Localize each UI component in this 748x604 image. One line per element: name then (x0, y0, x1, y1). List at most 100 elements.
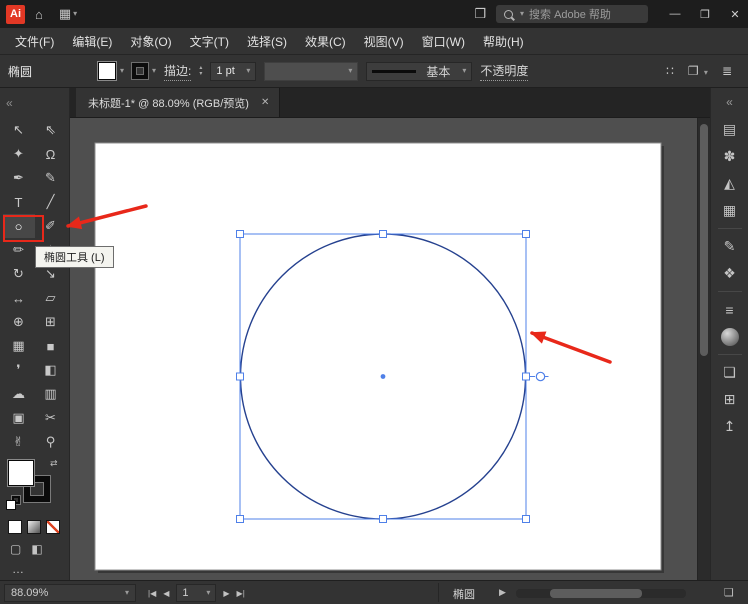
artboard-number-field[interactable]: 1 ▾ (176, 584, 216, 602)
search-caret-icon: ▾ (520, 10, 524, 18)
home-icon[interactable]: ⌂ (29, 0, 49, 28)
stroke-width-field[interactable]: 1 pt ▾ (210, 62, 256, 81)
asset-export-panel-icon[interactable]: ↥ (711, 413, 748, 440)
zoom-level-select[interactable]: 88.09% ▾ (4, 584, 136, 602)
menu-view[interactable]: 视图(V) (355, 28, 413, 54)
handle-bottom-left[interactable] (237, 516, 244, 523)
grip-icon[interactable]: ❏ (724, 586, 734, 599)
artboards-panel-icon[interactable]: ⊞ (711, 386, 748, 413)
stroke-panel-link[interactable]: 描边: (164, 62, 191, 81)
handle-top-right[interactable] (523, 231, 530, 238)
canvas-viewport[interactable] (70, 118, 697, 580)
edit-toolbar-icon[interactable]: … (12, 562, 24, 576)
type-tool[interactable]: T (3, 190, 35, 214)
mesh-tool[interactable]: ▦ (3, 334, 35, 358)
fill-color-control[interactable]: ▾ (98, 62, 124, 80)
vertical-scrollbar-thumb[interactable] (700, 124, 708, 356)
opacity-link[interactable]: 不透明度 (480, 62, 528, 81)
swatches-panel-icon[interactable]: ▦ (711, 197, 748, 224)
curvature-tool[interactable]: ✎ (35, 166, 67, 190)
gradient-panel-icon[interactable] (711, 323, 748, 350)
previous-artboard-icon[interactable]: ◀ (163, 589, 169, 598)
pen-tool[interactable]: ✒ (3, 166, 35, 190)
minimize-button[interactable]: — (662, 0, 688, 28)
vertical-scrollbar[interactable] (697, 118, 710, 580)
stroke-panel-icon[interactable]: ≡ (711, 296, 748, 323)
menu-type[interactable]: 文字(T) (181, 28, 238, 54)
line-segment-tool[interactable]: ╱ (35, 190, 67, 214)
menu-window[interactable]: 窗口(W) (413, 28, 474, 54)
workspace-icon[interactable]: ❒ (468, 0, 492, 28)
direct-selection-tool[interactable]: ⇖ (35, 118, 67, 142)
status-expand-icon[interactable]: ▶ (499, 587, 506, 598)
rotate-tool[interactable]: ↻ (3, 262, 35, 286)
properties-panel-icon[interactable]: ▤ (711, 116, 748, 143)
eyedropper-tool[interactable]: ❜ (3, 358, 35, 382)
search-box[interactable]: ▾ 搜索 Adobe 帮助 (496, 5, 648, 23)
magic-wand-tool[interactable]: ✦ (3, 142, 35, 166)
fill-color-swatch[interactable] (8, 460, 34, 486)
handle-top-left[interactable] (237, 231, 244, 238)
menu-file[interactable]: 文件(F) (6, 28, 63, 54)
stroke-swatch-icon (132, 63, 148, 79)
draw-mode-icon[interactable]: ▢ (10, 542, 21, 556)
screen-mode-icon[interactable]: ◧ (31, 542, 42, 556)
document-tab[interactable]: 未标题-1* @ 88.09% (RGB/预览) ✕ (76, 88, 280, 117)
center-point[interactable] (381, 374, 386, 379)
swap-fill-stroke-icon[interactable]: ⇄ (50, 458, 58, 469)
menu-object[interactable]: 对象(O) (121, 28, 180, 54)
horizontal-scrollbar[interactable] (516, 589, 686, 598)
stroke-width-stepper[interactable]: ▴ ▾ (199, 65, 202, 77)
maximize-button[interactable]: ❐ (692, 0, 718, 28)
width-tool[interactable]: ↔ (3, 286, 35, 310)
handle-bottom-right[interactable] (523, 516, 530, 523)
fill-stroke-widget: ⇄ (0, 456, 70, 512)
gradient-button[interactable] (27, 520, 41, 534)
column-graph-tool[interactable]: ▥ (35, 382, 67, 406)
zoom-tool[interactable]: ⚲ (35, 430, 67, 454)
collapse-toolbar-icon[interactable]: « (6, 96, 13, 110)
first-artboard-icon[interactable]: |◀ (148, 589, 156, 598)
stroke-color-control[interactable]: ▾ (132, 63, 156, 79)
next-artboard-icon[interactable]: ▶ (223, 589, 229, 598)
color-button[interactable] (8, 520, 22, 534)
blend-tool[interactable]: ◧ (35, 358, 67, 382)
arrange-documents-button[interactable]: ▦ ▾ (53, 0, 83, 28)
default-fill-stroke-icon[interactable] (6, 496, 22, 509)
document-setup-button[interactable]: ❐ ▾ (688, 64, 708, 78)
horizontal-scrollbar-thumb[interactable] (550, 589, 642, 598)
none-button[interactable] (46, 520, 60, 534)
slice-tool[interactable]: ✂ (35, 406, 67, 430)
artboard-tool[interactable]: ▣ (3, 406, 35, 430)
app-logo-icon[interactable]: Ai (6, 5, 25, 24)
brushes-panel-icon[interactable]: ✎ (711, 233, 748, 260)
handle-mid-left[interactable] (237, 373, 244, 380)
symbols-panel-icon[interactable]: ❖ (711, 260, 748, 287)
color-guide-panel-icon[interactable]: ◭ (711, 170, 748, 197)
lasso-tool[interactable]: Ω (35, 142, 67, 166)
fill-swatch-icon (98, 62, 116, 80)
selection-tool[interactable]: ↖ (3, 118, 35, 142)
perspective-grid-tool[interactable]: ⊞ (35, 310, 67, 334)
free-transform-tool[interactable]: ▱ (35, 286, 67, 310)
control-panel-menu-icon[interactable]: ≣ (722, 64, 732, 78)
handle-mid-right[interactable] (523, 373, 530, 380)
shape-builder-tool[interactable]: ⊕ (3, 310, 35, 334)
handle-top-center[interactable] (380, 231, 387, 238)
brush-definition-select[interactable]: 基本 ▾ (366, 62, 472, 81)
last-artboard-icon[interactable]: ▶| (237, 589, 245, 598)
menu-help[interactable]: 帮助(H) (474, 28, 533, 54)
layers-panel-icon[interactable]: ❏ (711, 359, 748, 386)
menu-edit[interactable]: 编辑(E) (63, 28, 121, 54)
menu-select[interactable]: 选择(S) (238, 28, 296, 54)
align-options-icon[interactable]: ∷ (666, 64, 674, 78)
expand-panels-icon[interactable]: « (711, 88, 748, 116)
close-button[interactable]: ✕ (722, 0, 748, 28)
hand-tool[interactable]: ✌ (3, 430, 35, 454)
symbol-sprayer-tool[interactable]: ☁ (3, 382, 35, 406)
gradient-tool[interactable]: ■ (35, 334, 67, 358)
handle-bottom-center[interactable] (380, 516, 387, 523)
menu-effect[interactable]: 效果(C) (296, 28, 355, 54)
color-panel-icon[interactable]: ✽ (711, 143, 748, 170)
tab-close-icon[interactable]: ✕ (261, 97, 269, 108)
